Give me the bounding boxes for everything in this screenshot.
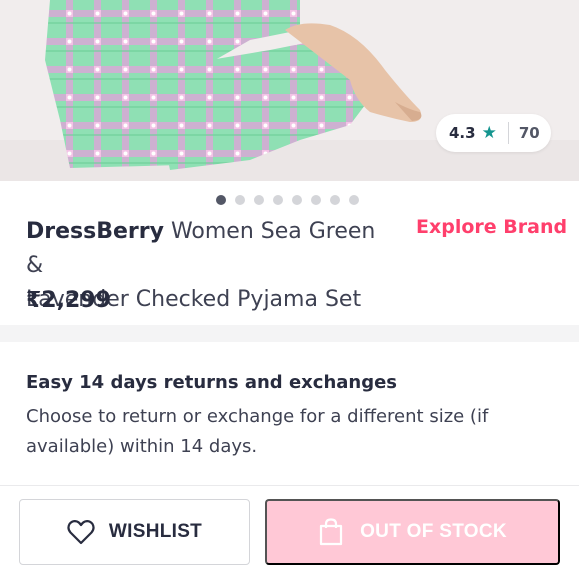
- carousel-dot[interactable]: [273, 195, 283, 205]
- star-icon: ★: [481, 122, 497, 143]
- section-divider: [0, 325, 579, 342]
- product-photo: [0, 0, 579, 181]
- explore-brand-link[interactable]: Explore Brand: [416, 216, 567, 238]
- heart-icon: [67, 519, 95, 545]
- image-carousel-dots: [216, 195, 359, 205]
- carousel-dot[interactable]: [311, 195, 321, 205]
- brand-name: DressBerry: [26, 219, 164, 244]
- carousel-dot[interactable]: [292, 195, 302, 205]
- rating-divider: [507, 122, 509, 144]
- wishlist-label: WISHLIST: [108, 521, 203, 542]
- carousel-dot[interactable]: [330, 195, 340, 205]
- rating-count: 70: [518, 124, 540, 142]
- product-price: ₹2,299: [26, 288, 111, 313]
- rating-badge[interactable]: 4.3 ★ 70: [436, 114, 551, 152]
- carousel-dot[interactable]: [254, 195, 264, 205]
- out-of-stock-button[interactable]: OUT OF STOCK: [265, 499, 560, 565]
- rating-value: 4.3: [449, 124, 476, 142]
- carousel-dot[interactable]: [235, 195, 245, 205]
- out-of-stock-label: OUT OF STOCK: [360, 521, 507, 542]
- carousel-dot[interactable]: [216, 195, 226, 205]
- returns-title: Easy 14 days returns and exchanges: [26, 372, 398, 393]
- wishlist-button[interactable]: WISHLIST: [19, 499, 250, 565]
- shopping-bag-icon: [319, 518, 343, 546]
- carousel-dot[interactable]: [349, 195, 359, 205]
- returns-description: Choose to return or exchange for a diffe…: [26, 406, 489, 457]
- product-image[interactable]: 4.3 ★ 70: [0, 0, 579, 181]
